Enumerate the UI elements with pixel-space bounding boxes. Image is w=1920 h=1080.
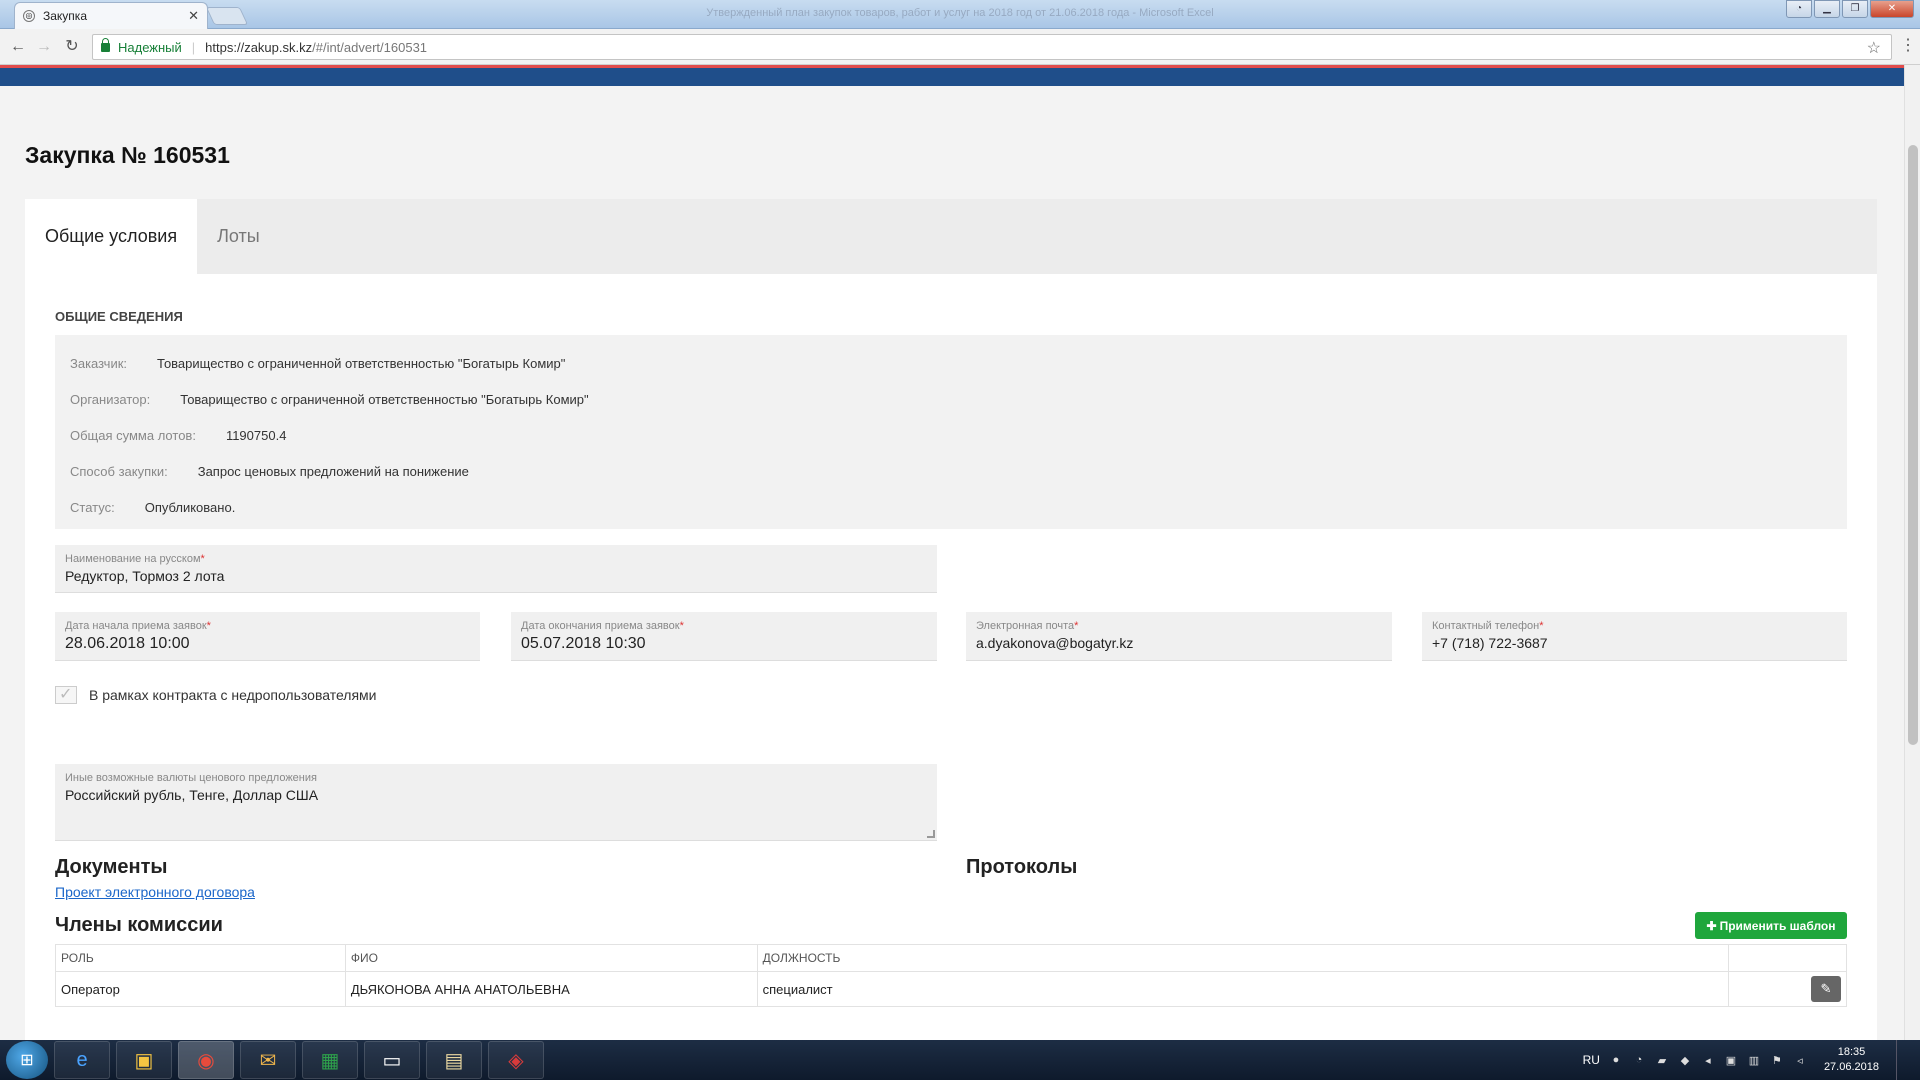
general-info-box: Заказчик: Товарищество с ограниченной от…	[55, 335, 1847, 529]
file-explorer-icon[interactable]: ▣	[116, 1041, 172, 1079]
documents-heading: Документы	[55, 856, 168, 878]
window-title: Утвержденный план закупок товаров, работ…	[706, 7, 1214, 19]
system-clock[interactable]: 18:35 27.06.2018	[1824, 1045, 1879, 1075]
volume-icon[interactable]: ◂	[1701, 1053, 1715, 1067]
table-row: Оператор ДЬЯКОНОВА АННА АНАТОЛЬЕВНА спец…	[55, 971, 1847, 1007]
page-scrollbar[interactable]	[1904, 65, 1920, 1040]
notes-app-icon[interactable]: ▤	[426, 1041, 482, 1079]
browser-title-bar: ◎ Закупка ✕ Утвержденный план закупок то…	[0, 0, 1920, 29]
red-app-icon[interactable]: ◈	[488, 1041, 544, 1079]
user-icon[interactable]: ◔	[1786, 0, 1812, 18]
tab-bar: Общие условия Лоты	[25, 199, 1877, 274]
resize-grip-icon[interactable]	[927, 830, 935, 838]
restore-button[interactable]: ❐	[1842, 0, 1868, 18]
end-date-field[interactable]: Дата окончания приема заявок* 05.07.2018…	[511, 612, 937, 661]
network-icon[interactable]: ◔	[1632, 1053, 1646, 1067]
internet-explorer-icon[interactable]: e	[54, 1041, 110, 1079]
info-row-customer: Заказчик: Товарищество с ограниченной от…	[70, 355, 566, 371]
close-window-button[interactable]: ✕	[1870, 0, 1914, 18]
phone-field[interactable]: Контактный телефон* +7 (718) 722-3687	[1422, 612, 1847, 661]
message-icon[interactable]: ▰	[1655, 1053, 1669, 1067]
excel-icon[interactable]: ▦	[302, 1041, 358, 1079]
start-button[interactable]: ⊞	[6, 1041, 48, 1079]
subsoil-contract-checkbox-row: В рамках контракта с недропользователями	[55, 684, 377, 704]
col-role: РОЛЬ	[55, 944, 346, 972]
col-position: ДОЛЖНОСТЬ	[756, 944, 1730, 972]
info-row-total: Общая сумма лотов: 1190750.4	[70, 427, 287, 443]
flag-icon[interactable]: ⚑	[1770, 1053, 1784, 1067]
currencies-textarea[interactable]: Иные возможные валюты ценового предложен…	[55, 764, 937, 841]
shield-icon[interactable]: ◆	[1678, 1053, 1692, 1067]
minimize-button[interactable]: ▁	[1814, 0, 1840, 18]
tab-general-conditions[interactable]: Общие условия	[25, 199, 198, 274]
page-content: Закупка № 160531 Общие условия Лоты ОБЩИ…	[0, 86, 1904, 1040]
url-host: https://zakup.sk.kz	[205, 39, 313, 55]
info-row-organizer: Организатор: Товарищество с ограниченной…	[70, 391, 589, 407]
tab-close-icon[interactable]: ✕	[188, 8, 199, 24]
browser-tab[interactable]: ◎ Закупка ✕	[14, 2, 208, 29]
scrollbar-thumb[interactable]	[1908, 145, 1918, 745]
commission-heading: Члены комиссии	[55, 914, 223, 936]
general-conditions-panel: ОБЩИЕ СВЕДЕНИЯ Заказчик: Товарищество с …	[25, 274, 1877, 1040]
speaker-icon[interactable]: ◃	[1793, 1053, 1807, 1067]
system-tray: RU ● ◔ ▰ ◆ ◂ ▣ ▥ ⚑ ◃ 18:35 27.06.2018	[1583, 1040, 1920, 1080]
show-desktop-button[interactable]	[1896, 1040, 1906, 1080]
tab-title: Закупка	[43, 9, 87, 23]
edit-pencil-icon[interactable]: ✎	[1811, 976, 1841, 1002]
e-contract-draft-link[interactable]: Проект электронного договора	[55, 884, 255, 900]
col-name: ФИО	[344, 944, 758, 972]
url-path: /#/int/advert/160531	[312, 39, 428, 55]
info-row-status: Статус: Опубликовано.	[70, 499, 236, 515]
mail-icon[interactable]: ✉	[240, 1041, 296, 1079]
apply-template-button[interactable]: ✚ Применить шаблон	[1695, 912, 1847, 939]
language-indicator[interactable]: RU	[1583, 1053, 1600, 1067]
window-app-icon[interactable]: ▭	[364, 1041, 420, 1079]
printer-icon[interactable]: ▥	[1747, 1053, 1761, 1067]
back-icon[interactable]: ←	[8, 37, 28, 57]
info-row-method: Способ закупки: Запрос ценовых предложен…	[70, 463, 469, 479]
start-date-field[interactable]: Дата начала приема заявок* 28.06.2018 10…	[55, 612, 480, 661]
new-tab-button[interactable]	[205, 7, 249, 25]
site-header-strip	[0, 65, 1904, 86]
commission-table: РОЛЬ ФИО ДОЛЖНОСТЬ Оператор ДЬЯКОНОВА АН…	[55, 944, 1847, 1007]
address-bar: ← → ↻ Надежный | https://zakup.sk.kz/#/i…	[0, 29, 1920, 65]
tab-favicon-icon: ◎	[23, 10, 35, 22]
page-title: Закупка № 160531	[25, 142, 230, 168]
tab-lots[interactable]: Лоты	[197, 199, 280, 274]
browser-menu-icon[interactable]: ⋮	[1900, 35, 1916, 55]
pin-icon[interactable]: ●	[1609, 1053, 1623, 1067]
monitor-icon[interactable]: ▣	[1724, 1053, 1738, 1067]
general-info-heading: ОБЩИЕ СВЕДЕНИЯ	[55, 309, 183, 324]
protocols-heading: Протоколы	[966, 856, 1078, 878]
subsoil-contract-label: В рамках контракта с недропользователями	[89, 687, 377, 703]
lock-icon	[101, 37, 110, 52]
email-field[interactable]: Электронная почта* a.dyakonova@bogatyr.k…	[966, 612, 1392, 661]
forward-icon[interactable]: →	[34, 37, 54, 57]
chrome-icon[interactable]: ◉	[178, 1041, 234, 1079]
secure-label: Надежный	[118, 39, 182, 55]
plus-icon: ✚	[1706, 918, 1717, 933]
subsoil-contract-checkbox[interactable]	[55, 684, 77, 704]
windows-taskbar: ⊞ e ▣ ◉ ✉ ▦ ▭ ▤ ◈ RU ● ◔ ▰ ◆ ◂ ▣ ▥ ⚑ ◃ 1…	[0, 1040, 1920, 1080]
name-ru-field[interactable]: Наименование на русском* Редуктор, Тормо…	[55, 545, 937, 593]
url-input[interactable]: Надежный | https://zakup.sk.kz/#/int/adv…	[92, 34, 1892, 60]
bookmark-star-icon[interactable]: ☆	[1867, 38, 1881, 58]
reload-icon[interactable]: ↻	[62, 37, 82, 57]
